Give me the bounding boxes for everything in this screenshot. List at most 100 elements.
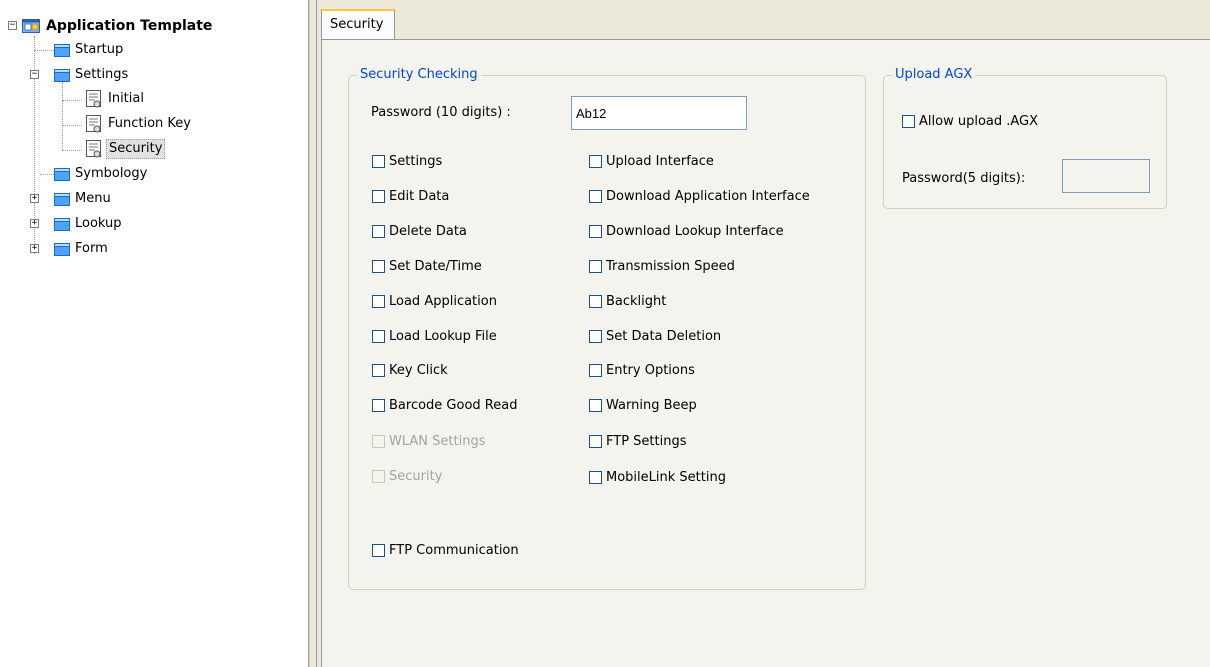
checkbox-box[interactable] bbox=[902, 114, 915, 128]
checkbox-box[interactable] bbox=[372, 224, 385, 238]
checkbox-box[interactable] bbox=[589, 398, 602, 412]
checkbox-label: MobileLink Setting bbox=[606, 469, 726, 485]
checkbox-box[interactable] bbox=[589, 434, 602, 448]
tree-item-label: Form bbox=[75, 241, 108, 256]
splitter-handle[interactable] bbox=[309, 0, 317, 667]
checkbox-delete-data[interactable]: Delete Data bbox=[372, 221, 467, 241]
checkbox-box[interactable] bbox=[372, 294, 385, 308]
folder-icon bbox=[54, 43, 70, 57]
checkbox-label: Set Data Deletion bbox=[606, 328, 722, 344]
tree-item-label: Initial bbox=[108, 91, 144, 106]
tree-connector bbox=[62, 100, 82, 101]
tree-item-settings[interactable]: Settings bbox=[54, 64, 130, 86]
checkbox-label: Delete Data bbox=[389, 223, 467, 239]
password-label: Password (10 digits) : bbox=[371, 105, 511, 120]
application-icon bbox=[22, 19, 40, 33]
checkbox-label: Allow upload .AGX bbox=[919, 113, 1039, 129]
tree-item-symbology[interactable]: Symbology bbox=[54, 163, 149, 185]
checkbox-box[interactable] bbox=[589, 154, 602, 168]
checkbox-load-lookup-file[interactable]: Load Lookup File bbox=[372, 326, 497, 346]
checkbox-box[interactable] bbox=[372, 259, 385, 273]
tree-connector bbox=[62, 150, 82, 151]
checkbox-ftp-settings[interactable]: FTP Settings bbox=[589, 431, 686, 451]
checkbox-ftp-communication[interactable]: FTP Communication bbox=[372, 540, 519, 560]
password-input[interactable] bbox=[571, 96, 747, 130]
tree-item-startup[interactable]: Startup bbox=[54, 39, 125, 61]
checkbox-label: Transmission Speed bbox=[606, 258, 735, 274]
checkbox-box[interactable] bbox=[589, 470, 602, 484]
checkbox-box[interactable] bbox=[372, 154, 385, 168]
tree-item-lookup[interactable]: Lookup bbox=[54, 213, 124, 235]
checkbox-set-date-time[interactable]: Set Date/Time bbox=[372, 256, 482, 276]
checkbox-label: Barcode Good Read bbox=[389, 397, 518, 413]
folder-icon bbox=[54, 167, 70, 181]
tree-root-label: Application Template bbox=[46, 18, 213, 34]
checkbox-box[interactable] bbox=[589, 189, 602, 203]
document-settings-icon bbox=[86, 140, 101, 158]
expand-icon[interactable]: + bbox=[30, 219, 39, 228]
checkbox-warning-beep[interactable]: Warning Beep bbox=[589, 395, 697, 415]
collapse-icon[interactable]: − bbox=[30, 70, 39, 79]
agx-password-input[interactable] bbox=[1062, 159, 1150, 193]
checkbox-box[interactable] bbox=[589, 259, 602, 273]
checkbox-label: Settings bbox=[389, 153, 443, 169]
tree-item-label: Lookup bbox=[75, 216, 122, 231]
collapse-icon[interactable]: − bbox=[8, 21, 17, 30]
checkbox-box[interactable] bbox=[589, 224, 602, 238]
tree-connector bbox=[62, 125, 82, 126]
tree-item-label: Menu bbox=[75, 191, 111, 206]
checkbox-download-application-interface[interactable]: Download Application Interface bbox=[589, 186, 810, 206]
checkbox-label: Download Application Interface bbox=[606, 188, 810, 204]
checkbox-barcode-good-read[interactable]: Barcode Good Read bbox=[372, 395, 517, 415]
tree-item-menu[interactable]: Menu bbox=[54, 188, 113, 210]
tree-item-initial[interactable]: Initial bbox=[82, 88, 146, 110]
checkbox-box[interactable] bbox=[372, 189, 385, 203]
checkbox-backlight[interactable]: Backlight bbox=[589, 291, 666, 311]
tab-security[interactable]: Security bbox=[321, 9, 395, 40]
checkbox-transmission-speed[interactable]: Transmission Speed bbox=[589, 256, 735, 276]
checkbox-label: Entry Options bbox=[606, 362, 695, 378]
expand-icon[interactable]: + bbox=[30, 194, 39, 203]
checkbox-label: Security bbox=[389, 468, 443, 484]
checkbox-box[interactable] bbox=[372, 363, 385, 377]
tree-item-security[interactable]: Security bbox=[82, 138, 166, 160]
checkbox-box bbox=[372, 434, 385, 448]
expand-icon[interactable]: + bbox=[30, 244, 39, 253]
checkbox-upload-interface[interactable]: Upload Interface bbox=[589, 151, 714, 171]
checkbox-download-lookup-interface[interactable]: Download Lookup Interface bbox=[589, 221, 784, 241]
navigation-tree[interactable]: − Application Template Startup − Setting… bbox=[0, 0, 309, 667]
checkbox-box[interactable] bbox=[372, 329, 385, 343]
agx-password-label: Password(5 digits): bbox=[902, 171, 1026, 186]
document-settings-icon bbox=[86, 90, 101, 108]
checkbox-mobilelink-setting[interactable]: MobileLink Setting bbox=[589, 467, 726, 487]
checkbox-box[interactable] bbox=[589, 329, 602, 343]
checkbox-wlan-settings: WLAN Settings bbox=[372, 431, 485, 451]
checkbox-entry-options[interactable]: Entry Options bbox=[589, 360, 695, 380]
folder-icon bbox=[54, 192, 70, 206]
document-settings-icon bbox=[86, 115, 101, 133]
tree-connector bbox=[34, 50, 54, 51]
checkbox-box[interactable] bbox=[372, 398, 385, 412]
checkbox-label: Load Lookup File bbox=[389, 328, 497, 344]
tree-item-label: Symbology bbox=[75, 166, 148, 181]
checkbox-label: FTP Settings bbox=[606, 433, 687, 449]
checkbox-label: Set Date/Time bbox=[389, 258, 482, 274]
checkbox-key-click[interactable]: Key Click bbox=[372, 360, 448, 380]
checkbox-box[interactable] bbox=[372, 543, 385, 557]
tree-item-function-key[interactable]: Function Key bbox=[82, 113, 193, 135]
folder-icon bbox=[54, 68, 70, 82]
checkbox-box[interactable] bbox=[589, 294, 602, 308]
folder-icon bbox=[54, 242, 70, 256]
tree-item-form[interactable]: Form bbox=[54, 238, 110, 260]
tree-root-application-template[interactable]: Application Template bbox=[22, 15, 214, 37]
group-title: Security Checking bbox=[357, 67, 481, 82]
checkbox-settings[interactable]: Settings bbox=[372, 151, 442, 171]
checkbox-box[interactable] bbox=[589, 363, 602, 377]
checkbox-label: FTP Communication bbox=[389, 542, 519, 558]
checkbox-allow-upload-agx[interactable]: Allow upload .AGX bbox=[902, 111, 1038, 131]
checkbox-set-data-deletion[interactable]: Set Data Deletion bbox=[589, 326, 721, 346]
group-title: Upload AGX bbox=[892, 67, 976, 82]
checkbox-load-application[interactable]: Load Application bbox=[372, 291, 497, 311]
tree-connector bbox=[40, 174, 54, 175]
checkbox-edit-data[interactable]: Edit Data bbox=[372, 186, 449, 206]
